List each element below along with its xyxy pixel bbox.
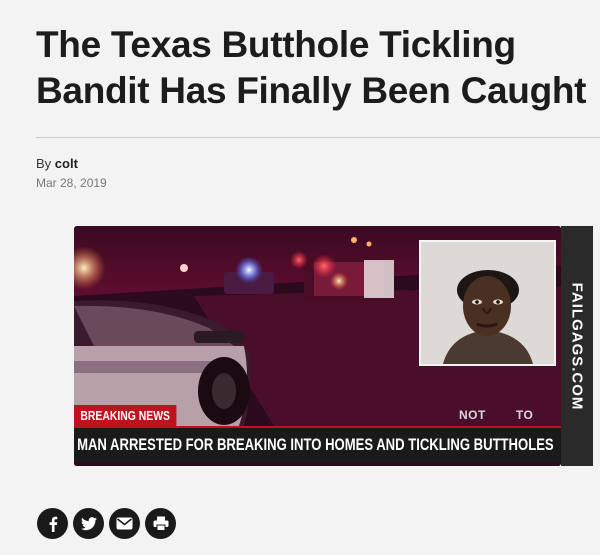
byline: By colt xyxy=(36,156,78,171)
news-logo: NOT TO xyxy=(459,408,533,422)
twitter-icon xyxy=(80,516,97,530)
facebook-icon xyxy=(49,516,57,532)
news-logo-left: NOT xyxy=(459,408,486,422)
share-print-button[interactable] xyxy=(145,508,176,539)
article-image: BREAKING NEWS NOT TO MAN ARRESTED FOR BRE… xyxy=(74,226,561,466)
divider xyxy=(36,137,600,138)
breaking-news-tag: BREAKING NEWS xyxy=(74,405,177,427)
ticker-text: MAN ARRESTED FOR BREAKING INTO HOMES AND… xyxy=(77,435,554,454)
site-watermark: FAILGAGS.COM xyxy=(561,226,593,466)
publish-date: Mar 28, 2019 xyxy=(36,176,107,190)
mugshot-photo xyxy=(419,240,556,366)
news-logo-right: TO xyxy=(515,408,534,422)
print-icon xyxy=(153,516,168,531)
man-portrait-illustration xyxy=(421,242,554,364)
byline-prefix: By xyxy=(36,156,52,171)
author-link[interactable]: colt xyxy=(55,156,78,171)
share-twitter-button[interactable] xyxy=(73,508,104,539)
email-icon xyxy=(116,517,133,530)
article-headline: The Texas Butthole Tickling Bandit Has F… xyxy=(36,24,587,111)
share-bar xyxy=(37,508,176,539)
share-facebook-button[interactable] xyxy=(37,508,68,539)
news-ticker: MAN ARRESTED FOR BREAKING INTO HOMES AND… xyxy=(74,428,561,462)
watermark-text: FAILGAGS.COM xyxy=(568,282,586,410)
share-email-button[interactable] xyxy=(109,508,140,539)
